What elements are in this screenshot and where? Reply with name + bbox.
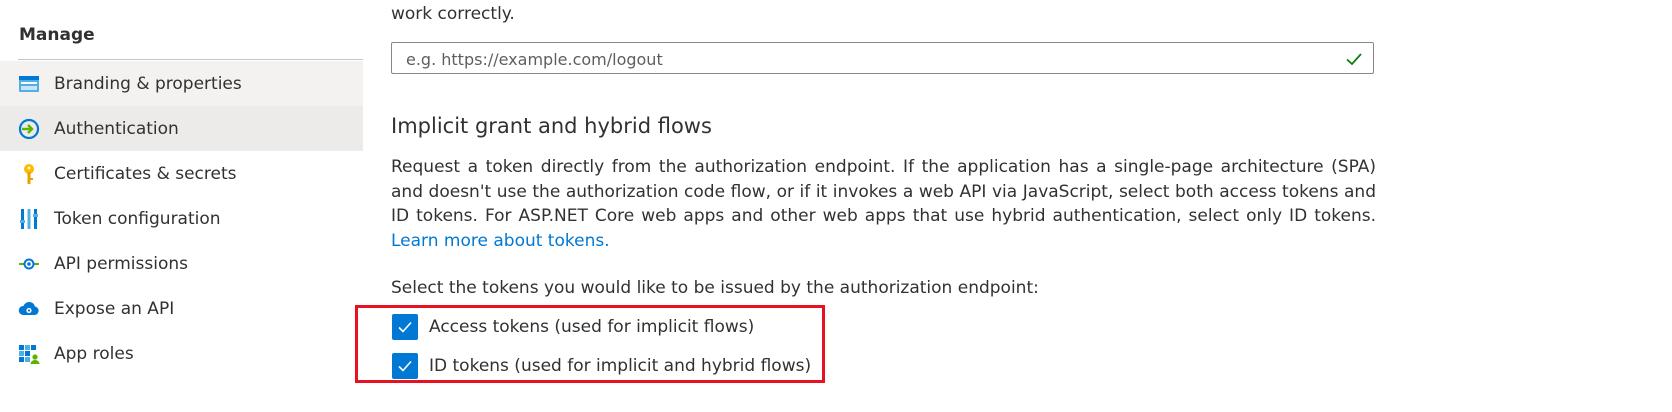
section-divider — [18, 59, 363, 60]
sidebar-item-app-roles[interactable]: App roles — [0, 331, 363, 376]
app-roles-icon — [18, 343, 40, 365]
section-title: Implicit grant and hybrid flows — [391, 114, 712, 138]
api-permissions-icon — [18, 253, 40, 275]
key-icon — [18, 163, 40, 185]
sidebar-item-certificates[interactable]: Certificates & secrets — [0, 151, 363, 196]
checkmark-valid-icon — [1346, 53, 1362, 66]
sidebar-item-label: Certificates & secrets — [54, 163, 237, 184]
sidebar-item-label: Expose an API — [54, 298, 175, 319]
section-description: Request a token directly from the author… — [391, 155, 1376, 253]
token-config-icon — [18, 208, 40, 230]
manage-section-title: Manage — [19, 25, 95, 45]
branding-icon — [18, 73, 40, 95]
sidebar: Manage Branding & properties Authenticat… — [0, 0, 363, 412]
sidebar-item-label: Branding & properties — [54, 73, 242, 94]
access-tokens-label: Access tokens (used for implicit flows) — [429, 317, 755, 337]
logout-url-input[interactable] — [404, 43, 1338, 75]
logout-url-field[interactable] — [391, 42, 1374, 75]
sidebar-item-authentication[interactable]: Authentication — [0, 106, 363, 151]
id-tokens-label: ID tokens (used for implicit and hybrid … — [429, 356, 812, 376]
checkmark-icon — [398, 321, 412, 333]
access-tokens-option[interactable]: Access tokens (used for implicit flows) — [392, 314, 754, 340]
cloud-icon — [18, 298, 40, 320]
sidebar-item-api-permissions[interactable]: API permissions — [0, 241, 363, 286]
sidebar-item-label: API permissions — [54, 253, 188, 274]
token-select-label: Select the tokens you would like to be i… — [391, 278, 1039, 298]
sidebar-item-label: Authentication — [54, 118, 179, 139]
sidebar-item-branding[interactable]: Branding & properties — [0, 61, 363, 106]
sidebar-item-expose-api[interactable]: Expose an API — [0, 286, 363, 331]
description-text: Request a token directly from the author… — [391, 157, 1376, 226]
learn-more-link[interactable]: Learn more about tokens. — [391, 231, 610, 251]
checkmark-icon — [398, 360, 412, 372]
previous-section-text: work correctly. — [391, 4, 515, 24]
authentication-icon — [18, 118, 40, 140]
access-tokens-checkbox[interactable] — [392, 314, 418, 340]
id-tokens-option[interactable]: ID tokens (used for implicit and hybrid … — [392, 353, 811, 379]
sidebar-item-label: App roles — [54, 343, 134, 364]
sidebar-item-token-configuration[interactable]: Token configuration — [0, 196, 363, 241]
id-tokens-checkbox[interactable] — [392, 353, 418, 379]
sidebar-item-label: Token configuration — [54, 208, 221, 229]
